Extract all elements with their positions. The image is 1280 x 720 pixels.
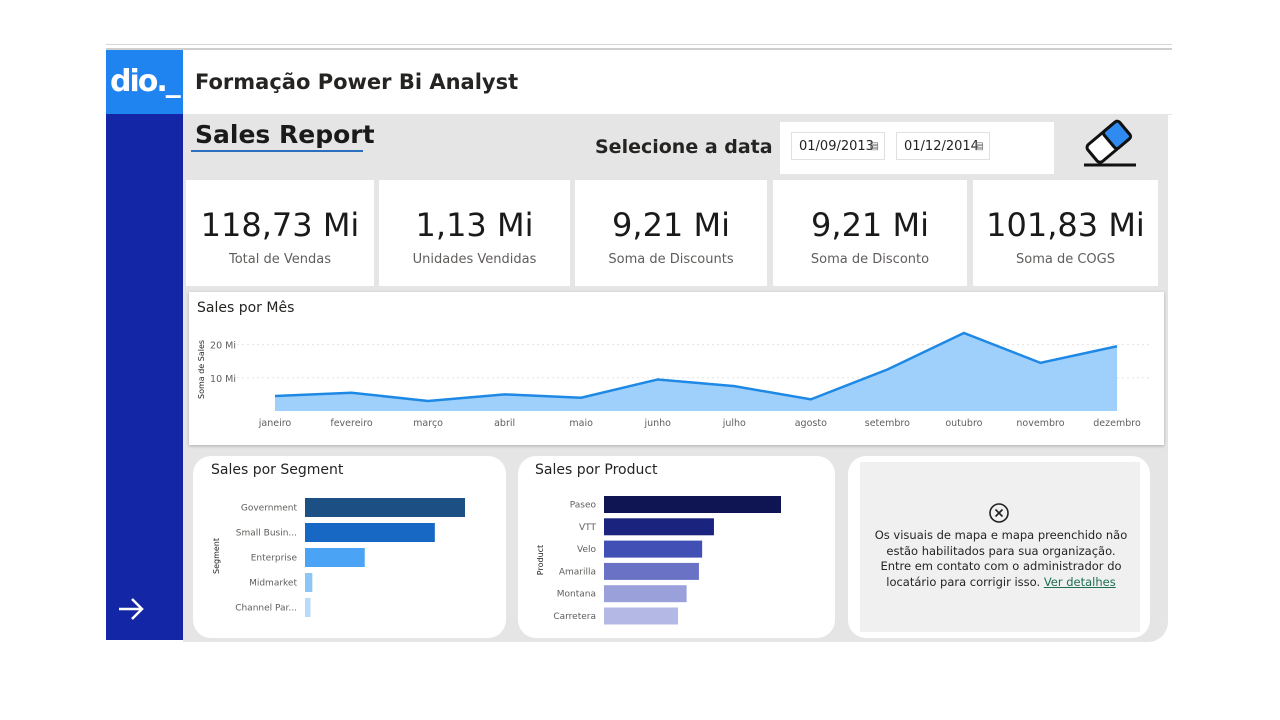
kpi-label: Soma de COGS	[1016, 252, 1115, 267]
kpi-label: Soma de Disconto	[810, 252, 930, 267]
x-tick-label: agosto	[795, 418, 827, 429]
y-tick-label: 10 Mi	[210, 374, 236, 385]
kpi-card: 9,21 Mi Soma de Disconto	[773, 180, 967, 286]
kpi-label: Unidades Vendidas	[412, 252, 537, 267]
x-tick-label: outubro	[945, 418, 982, 429]
kpi-card: 118,73 Mi Total de Vendas	[186, 180, 374, 286]
close-circle-icon	[988, 502, 1010, 528]
x-tick-label: setembro	[865, 418, 910, 429]
sales-by-month-chart: 10 Mi 20 Mi Soma de Sales janeiro fevereiro m…	[197, 331, 1149, 429]
report-title: Sales Report	[195, 120, 375, 149]
y-axis-label: Soma de Sales	[197, 340, 206, 399]
category-label: Enterprise	[251, 554, 298, 564]
category-label: Channel Par...	[235, 604, 297, 614]
sales-by-segment-chart: Segment Government Small Busin... Enterpris…	[212, 498, 465, 617]
calendar-icon[interactable]: ▤	[870, 133, 879, 161]
bar	[305, 548, 365, 567]
bar	[604, 585, 687, 603]
x-tick-label: junho	[643, 418, 671, 429]
see-details-link[interactable]: Ver detalhes	[1044, 575, 1116, 589]
category-label: Small Busin...	[236, 529, 297, 539]
report-frame: dio._ Formação Power Bi Analyst Sales Re…	[106, 50, 1172, 642]
y-tick-label: 20 Mi	[210, 341, 236, 352]
kpi-value: 9,21 Mi	[612, 206, 730, 244]
bar	[604, 607, 679, 625]
x-tick-label: julho	[722, 418, 746, 429]
dio-logo: dio._	[106, 50, 183, 114]
bar	[604, 496, 781, 513]
x-tick-label: dezembro	[1093, 418, 1141, 429]
y-axis-label: Segment	[212, 538, 221, 574]
kpi-value: 1,13 Mi	[415, 206, 534, 244]
report-canvas: Sales Report Selecione a data 01/09/2013…	[183, 114, 1168, 642]
category-label: VTT	[579, 523, 596, 533]
bar	[604, 562, 699, 580]
app-header: Formação Power Bi Analyst	[183, 50, 1172, 115]
bar	[305, 598, 311, 617]
bar	[305, 498, 465, 517]
date-end-input[interactable]: 01/12/2014 ▤	[896, 132, 990, 160]
dio-logo-text: dio._	[110, 64, 181, 99]
x-tick-label: março	[413, 418, 443, 429]
category-label: Montana	[557, 590, 596, 600]
browser-top-line	[106, 44, 1172, 45]
sales-by-product-chart: Product Paseo VTT Velo Amarilla Montana Carret…	[536, 496, 781, 625]
category-label: Paseo	[570, 501, 597, 511]
category-label: Government	[241, 504, 298, 514]
bar	[604, 540, 703, 558]
category-label: Midmarket	[249, 579, 297, 589]
category-label: Amarilla	[559, 567, 596, 577]
kpi-value: 9,21 Mi	[811, 206, 929, 244]
kpi-value: 118,73 Mi	[200, 206, 360, 244]
kpi-label: Total de Vendas	[229, 252, 331, 267]
arrow-right-icon[interactable]	[116, 594, 150, 628]
kpi-card: 101,83 Mi Soma de COGS	[973, 180, 1158, 286]
category-label: Velo	[577, 545, 596, 555]
kpi-card: 1,13 Mi Unidades Vendidas	[379, 180, 570, 286]
sales-by-month-card[interactable]: Sales por Mês 10 Mi 20 Mi Soma de Sales jan…	[189, 292, 1164, 445]
date-end-value: 01/12/2014	[904, 139, 979, 154]
app-title: Formação Power Bi Analyst	[195, 70, 519, 94]
sidebar: dio._	[106, 50, 183, 640]
kpi-label: Soma de Discounts	[608, 252, 734, 267]
x-tick-label: janeiro	[258, 418, 292, 429]
map-error-panel: Os visuais de mapa e mapa preenchido não…	[860, 462, 1140, 632]
y-axis-label: Product	[536, 545, 545, 575]
x-tick-label: abril	[494, 418, 515, 429]
kpi-card: 9,21 Mi Soma de Discounts	[575, 180, 767, 286]
date-label: Selecione a data	[595, 136, 773, 158]
bar	[305, 523, 435, 542]
bar	[305, 573, 313, 592]
title-underline	[191, 150, 363, 152]
map-visual-card: Os visuais de mapa e mapa preenchido não…	[848, 456, 1150, 638]
calendar-icon[interactable]: ▤	[975, 133, 984, 161]
x-tick-label: novembro	[1016, 418, 1064, 429]
category-label: Carretera	[553, 612, 596, 622]
x-tick-label: fevereiro	[330, 418, 373, 429]
date-start-value: 01/09/2013	[799, 139, 874, 154]
sales-by-product-card[interactable]: Sales por Product Product Paseo VTT Velo Ama…	[518, 456, 835, 638]
x-tick-label: maio	[569, 418, 593, 429]
date-start-input[interactable]: 01/09/2013 ▤	[791, 132, 885, 160]
map-error-message: Os visuais de mapa e mapa preenchido não…	[872, 528, 1130, 590]
eraser-icon[interactable]	[1080, 114, 1140, 170]
sales-by-segment-card[interactable]: Sales por Segment Segment Government Small…	[193, 456, 506, 638]
date-slicer: 01/09/2013 ▤ 01/12/2014 ▤	[780, 122, 1054, 174]
kpi-value: 101,83 Mi	[986, 206, 1145, 244]
bar	[604, 518, 714, 536]
